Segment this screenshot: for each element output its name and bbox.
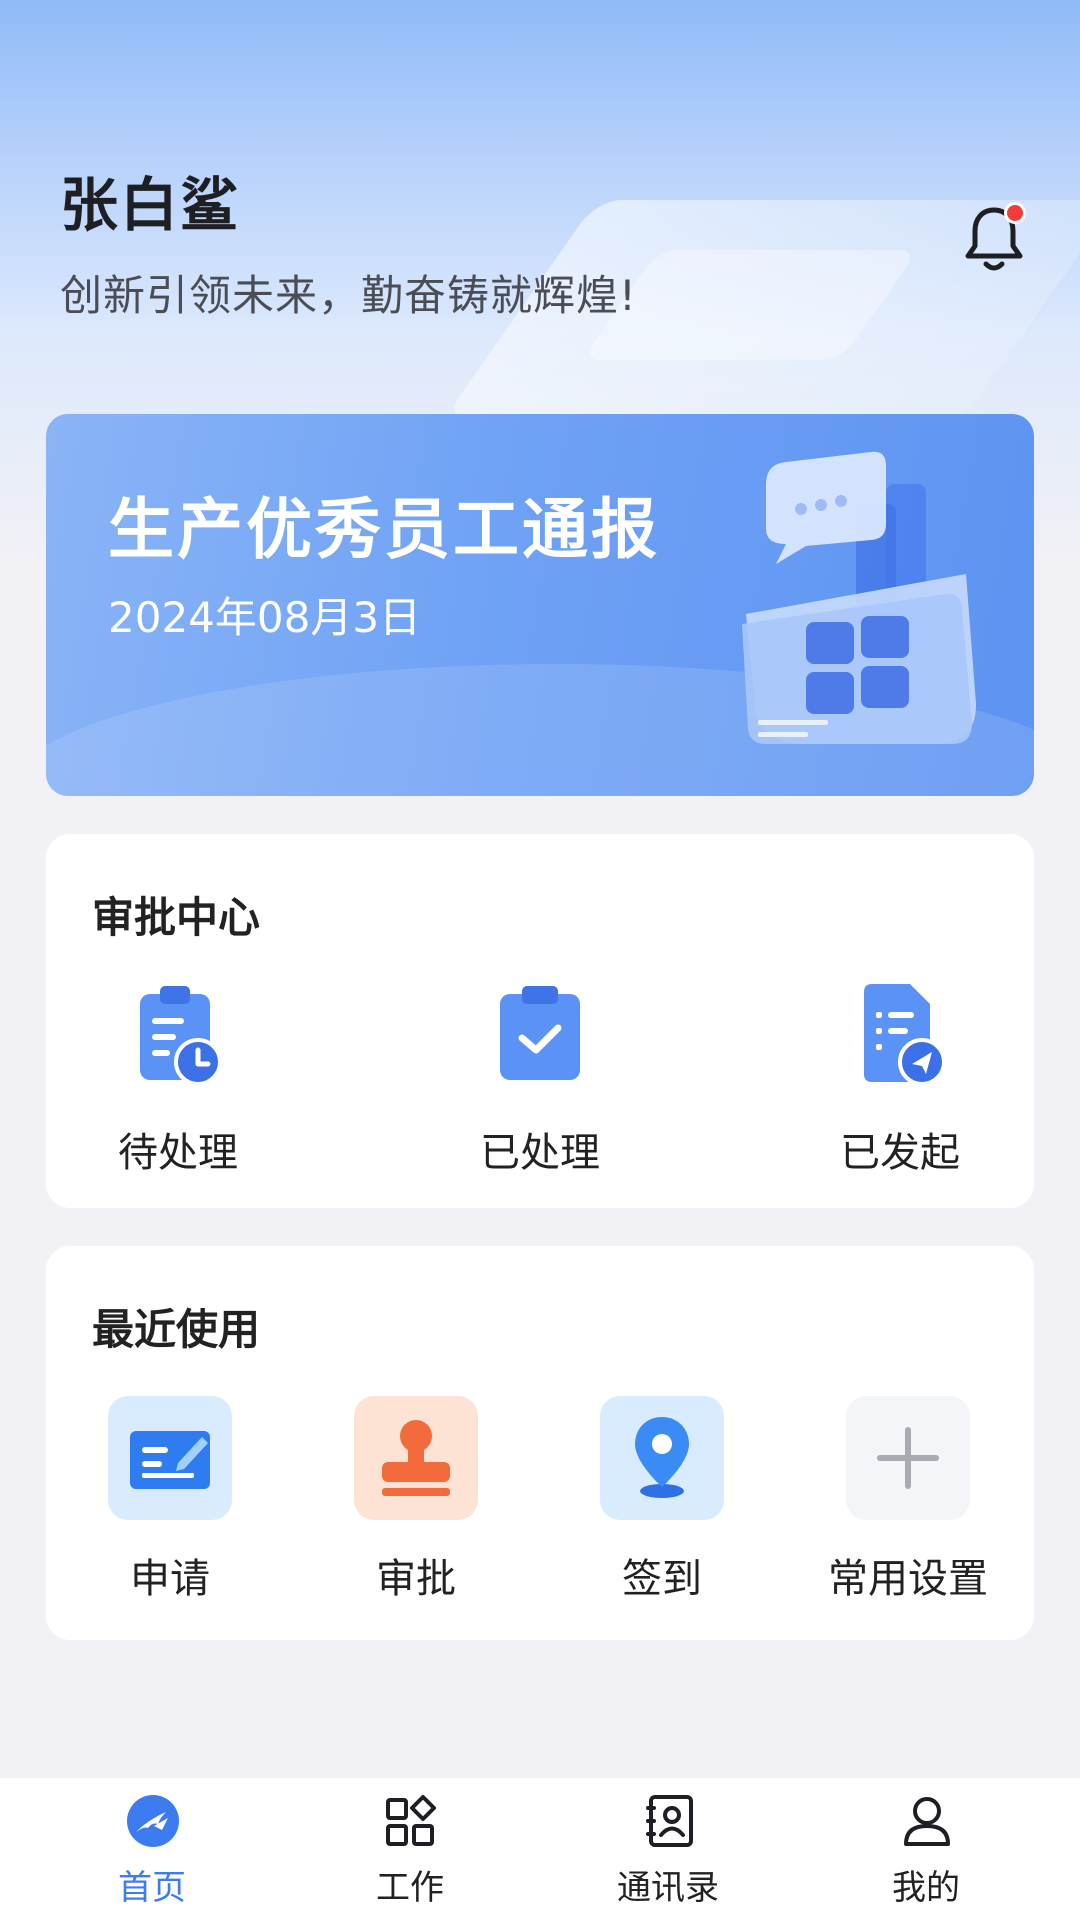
tab-contacts[interactable]: 通讯录 [568, 1778, 768, 1920]
tab-home-label: 首页 [118, 1868, 186, 1908]
approval-pending[interactable]: 待处理 [78, 982, 278, 1176]
recent-use-title: 最近使用 [92, 1305, 261, 1354]
clipboard-check-icon [500, 986, 580, 1080]
user-name: 张白鲨 [60, 171, 241, 239]
approval-pending-label: 待处理 [118, 1130, 238, 1176]
tab-contacts-label: 通讯录 [617, 1868, 719, 1908]
notification-badge [1004, 202, 1026, 224]
recent-settings[interactable]: 常用设置 [808, 1396, 1008, 1616]
recent-apply-tile [108, 1396, 232, 1520]
location-pin-icon [635, 1417, 689, 1498]
approval-initiated[interactable]: 已发起 [800, 982, 1000, 1176]
recent-settings-label: 常用设置 [828, 1556, 988, 1602]
tab-home[interactable]: 首页 [52, 1778, 252, 1920]
approval-center-card: 审批中心 待处理 已处理 已发起 [46, 834, 1034, 1208]
recent-approve-label: 审批 [376, 1556, 456, 1602]
contacts-book-icon [646, 1795, 693, 1847]
person-icon [904, 1797, 950, 1846]
tab-work[interactable]: 工作 [310, 1778, 510, 1920]
announcement-banner[interactable]: 生产优秀员工通报 2024年08月3日 [46, 414, 1034, 796]
clipboard-clock-icon [140, 986, 222, 1086]
approval-processed[interactable]: 已处理 [440, 982, 640, 1176]
form-edit-icon [130, 1431, 210, 1489]
slogan-text: 创新引领未来，勤奋铸就辉煌! [60, 271, 637, 320]
tab-work-label: 工作 [376, 1868, 444, 1908]
recent-apply[interactable]: 申请 [70, 1396, 270, 1616]
apps-grid-icon [386, 1795, 436, 1846]
banner-date: 2024年08月3日 [108, 593, 422, 642]
tab-mine[interactable]: 我的 [826, 1778, 1026, 1920]
recent-use-card: 最近使用 申请 审批 签到 常用设置 [46, 1246, 1034, 1640]
recent-approve-tile [354, 1396, 478, 1520]
home-logo-icon [127, 1795, 179, 1847]
recent-checkin-label: 签到 [622, 1556, 702, 1602]
approval-initiated-label: 已发起 [840, 1130, 960, 1176]
approval-center-title: 审批中心 [92, 893, 261, 942]
recent-apply-label: 申请 [130, 1556, 210, 1602]
recent-approve[interactable]: 审批 [316, 1396, 516, 1616]
recent-checkin[interactable]: 签到 [562, 1396, 762, 1616]
recent-checkin-tile [600, 1396, 724, 1520]
tab-mine-label: 我的 [892, 1868, 960, 1908]
bottom-tab-bar: 首页 工作 通讯录 我的 [0, 1778, 1080, 1920]
document-window-illustration [742, 451, 976, 744]
document-send-icon [864, 984, 946, 1086]
banner-title: 生产优秀员工通报 [108, 491, 660, 568]
plus-icon [877, 1427, 939, 1489]
approval-processed-label: 已处理 [480, 1130, 600, 1176]
recent-settings-tile [846, 1396, 970, 1520]
stamp-icon [382, 1420, 450, 1496]
